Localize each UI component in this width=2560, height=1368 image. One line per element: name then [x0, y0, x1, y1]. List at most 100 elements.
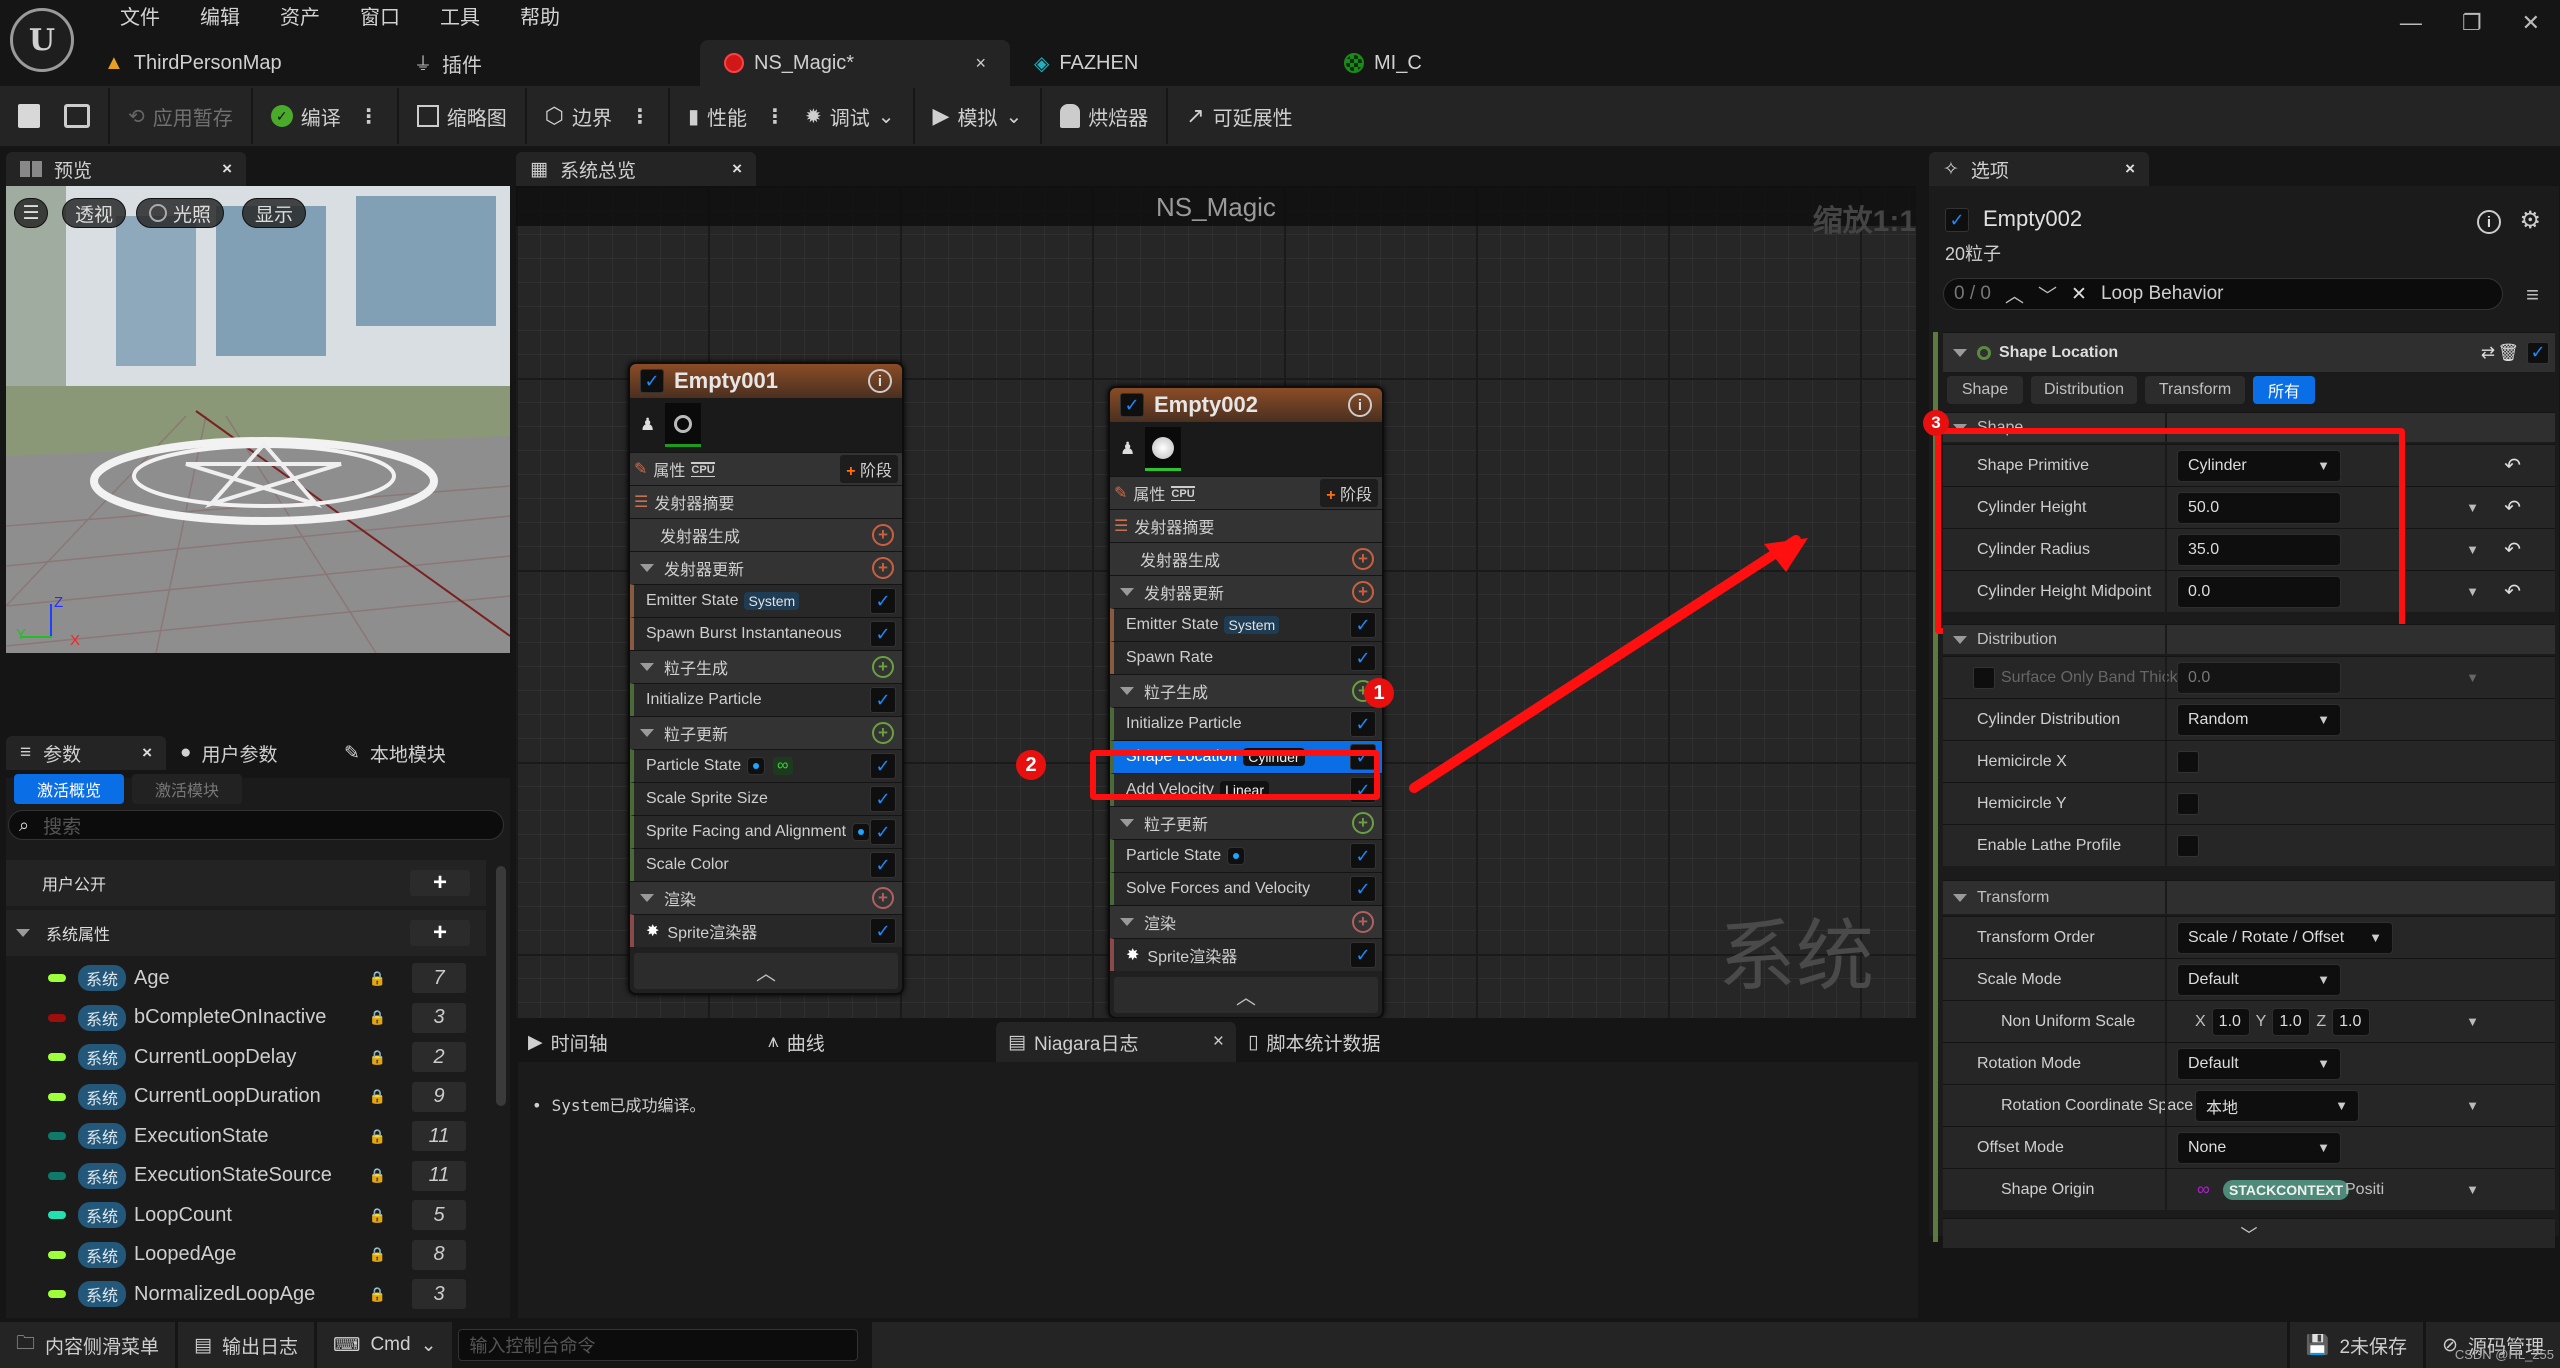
- viewport-menu-button[interactable]: ☰: [14, 198, 48, 228]
- module-scale-color[interactable]: Scale Color ✓: [630, 848, 902, 881]
- active-overview-tab[interactable]: 激活概览: [14, 774, 124, 804]
- properties-row[interactable]: ✎ 属性 CPU + 阶段: [630, 452, 902, 485]
- add-module-icon[interactable]: +: [1352, 548, 1374, 570]
- close-icon[interactable]: ×: [732, 159, 742, 179]
- info-icon[interactable]: i: [2477, 210, 2501, 234]
- hemicircle-y-checkbox[interactable]: [2177, 792, 2199, 815]
- active-modules-tab[interactable]: 激活模块: [132, 774, 242, 804]
- properties-row[interactable]: ✎ 属性 CPU + 阶段: [1110, 476, 1382, 509]
- local-modules-tab[interactable]: ✎ 本地模块: [344, 736, 446, 770]
- preview-tab[interactable]: 预览 ×: [6, 152, 246, 186]
- close-icon[interactable]: ×: [2125, 159, 2135, 179]
- bounds-button[interactable]: ⬡ 边界 ⋮: [527, 88, 670, 144]
- enable-checkbox[interactable]: ✓: [640, 369, 664, 393]
- expand-arrow-icon[interactable]: [1120, 819, 1134, 827]
- emitter-thumbnail[interactable]: [665, 403, 702, 447]
- offset-mode-dropdown[interactable]: None ▼: [2177, 1131, 2341, 1164]
- shuffle-icon[interactable]: ⇄: [2481, 343, 2495, 363]
- details-search-input[interactable]: 0 / 0 ︿ ﹀ ✕ Loop Behavior: [1943, 278, 2503, 310]
- add-module-icon[interactable]: +: [872, 656, 894, 678]
- niagara-log-tab[interactable]: ▤ Niagara日志 ×: [996, 1022, 1236, 1062]
- module-enable-checkbox[interactable]: ✓: [1350, 942, 1376, 968]
- chevron-down-icon[interactable]: ▼: [2466, 1098, 2479, 1113]
- script-stats-tab[interactable]: ▯ 脚本统计数据: [1236, 1022, 1476, 1062]
- close-icon[interactable]: ×: [222, 159, 232, 179]
- emitter-spawn-row[interactable]: 发射器生成 +: [1110, 542, 1382, 575]
- usage-count[interactable]: 2: [412, 1042, 466, 1072]
- module-enable-checkbox[interactable]: ✓: [870, 918, 896, 944]
- module-enable-checkbox[interactable]: ✓: [1350, 711, 1376, 737]
- restore-button[interactable]: ❐: [2462, 10, 2482, 36]
- filter-shape[interactable]: Shape: [1947, 376, 2023, 404]
- module-sprite-renderer[interactable]: ✸ Sprite渲染器 ✓: [630, 914, 902, 947]
- scale-x-input[interactable]: 1.0: [2211, 1007, 2250, 1036]
- system-overview-tab[interactable]: ▦ 系统总览 ×: [516, 152, 756, 186]
- attribute-row[interactable]: 系统 CurrentLoopDelay 🔒 2: [6, 1039, 486, 1075]
- module-sprite-renderer[interactable]: ✸ Sprite渲染器 ✓: [1110, 938, 1382, 971]
- section-distribution[interactable]: Distribution: [1943, 624, 2555, 654]
- add-renderer-icon[interactable]: +: [1352, 911, 1374, 933]
- attribute-row[interactable]: 系统 Age 🔒 7: [6, 960, 486, 996]
- module-enable-checkbox[interactable]: ✓: [870, 786, 896, 812]
- menu-edit[interactable]: 编辑: [180, 4, 260, 32]
- expand-arrow-icon[interactable]: [1120, 918, 1134, 926]
- module-enable-checkbox[interactable]: ✓: [870, 819, 896, 845]
- baker-button[interactable]: 烘焙器: [1042, 88, 1169, 144]
- performance-button[interactable]: ▮ 性能 ⋮ ✹ 调试 ⌄: [670, 88, 915, 144]
- module-enable-checkbox[interactable]: ✓: [870, 753, 896, 779]
- chevron-down-icon[interactable]: ⌄: [878, 104, 895, 129]
- filter-distribution[interactable]: Distribution: [2031, 376, 2137, 404]
- attribute-row[interactable]: 系统 LoopedAge 🔒 8: [6, 1237, 486, 1273]
- rotation-mode-dropdown[interactable]: Default ▼: [2177, 1047, 2341, 1080]
- filter-transform[interactable]: Transform: [2145, 376, 2245, 404]
- expand-arrow-icon[interactable]: [1953, 348, 1967, 357]
- params-scrollbar[interactable]: [496, 866, 506, 1106]
- user-exposed-row[interactable]: 用户公开 +: [6, 860, 486, 906]
- attribute-row[interactable]: 系统 NormalizedLoopAge 🔒 3: [6, 1276, 486, 1312]
- usage-count[interactable]: 9: [412, 1081, 466, 1112]
- add-module-icon[interactable]: +: [872, 722, 894, 744]
- save-icon[interactable]: [18, 104, 40, 128]
- render-row[interactable]: 渲染 +: [630, 881, 902, 914]
- show-button[interactable]: 显示: [242, 198, 307, 228]
- stackcontext-badge[interactable]: STACKCONTEXT: [2223, 1179, 2350, 1200]
- chevron-down-icon[interactable]: ▼: [2466, 1182, 2479, 1197]
- close-tab-icon[interactable]: ×: [975, 53, 986, 74]
- surface-band-input[interactable]: 0.0: [2177, 661, 2341, 694]
- add-module-icon[interactable]: +: [1352, 581, 1374, 603]
- system-attrs-row[interactable]: 系统属性 +: [6, 910, 486, 956]
- module-spawn-rate[interactable]: Spawn Rate ✓: [1110, 641, 1382, 674]
- emitter-spawn-row[interactable]: 发射器生成 +: [630, 518, 902, 551]
- cylinder-distribution-dropdown[interactable]: Random ▼: [2177, 703, 2341, 736]
- chevron-down-icon[interactable]: ▼: [2466, 1014, 2479, 1029]
- close-icon[interactable]: ×: [142, 743, 152, 763]
- module-header[interactable]: Shape Location ⇄ 🗑 ✓: [1943, 332, 2555, 372]
- particle-update-row[interactable]: 粒子更新 +: [630, 716, 902, 749]
- expand-arrow-icon[interactable]: [640, 894, 654, 902]
- add-module-icon[interactable]: +: [872, 524, 894, 546]
- usage-count[interactable]: 11: [412, 1160, 466, 1191]
- particle-spawn-row[interactable]: 粒子生成 +: [1110, 674, 1382, 707]
- collapse-node-button[interactable]: ︿: [634, 953, 898, 989]
- emitter-node-empty001[interactable]: ✓ Empty001 i ♟ ✎ 属性 CPU + 阶段 ☰ 发射器摘要 发射器…: [628, 362, 904, 995]
- doc-tab-ns-magic[interactable]: NS_Magic* ×: [700, 40, 1010, 86]
- simulate-button[interactable]: ▶ 模拟 ⌄: [915, 88, 1043, 144]
- timeline-tab[interactable]: ▶ 时间轴: [516, 1022, 756, 1062]
- module-enable-checkbox[interactable]: ✓: [1350, 645, 1376, 671]
- emitter-summary-row[interactable]: ☰ 发射器摘要: [630, 485, 902, 518]
- scale-z-input[interactable]: 1.0: [2332, 1007, 2371, 1036]
- rotation-space-dropdown[interactable]: 本地 ▼: [2195, 1089, 2359, 1122]
- doc-tab-plugins[interactable]: ⏚ 插件: [390, 40, 700, 86]
- section-transform[interactable]: Transform: [1943, 880, 2555, 914]
- module-sprite-facing[interactable]: Sprite Facing and Alignment ✓: [630, 815, 902, 848]
- usage-count[interactable]: 7: [412, 963, 466, 993]
- reset-icon[interactable]: ↶: [2504, 495, 2521, 520]
- module-scale-sprite-size[interactable]: Scale Sprite Size ✓: [630, 782, 902, 815]
- info-icon[interactable]: i: [1348, 393, 1372, 417]
- chevron-down-icon[interactable]: ⌄: [1005, 104, 1022, 129]
- expand-arrow-icon[interactable]: [640, 663, 654, 671]
- filter-icon[interactable]: ≡: [2526, 282, 2539, 308]
- cmd-selector[interactable]: ⌨ Cmd ⌄: [317, 1322, 453, 1368]
- module-spawn-burst[interactable]: Spawn Burst Instantaneous ✓: [630, 617, 902, 650]
- close-window-button[interactable]: ✕: [2522, 10, 2540, 36]
